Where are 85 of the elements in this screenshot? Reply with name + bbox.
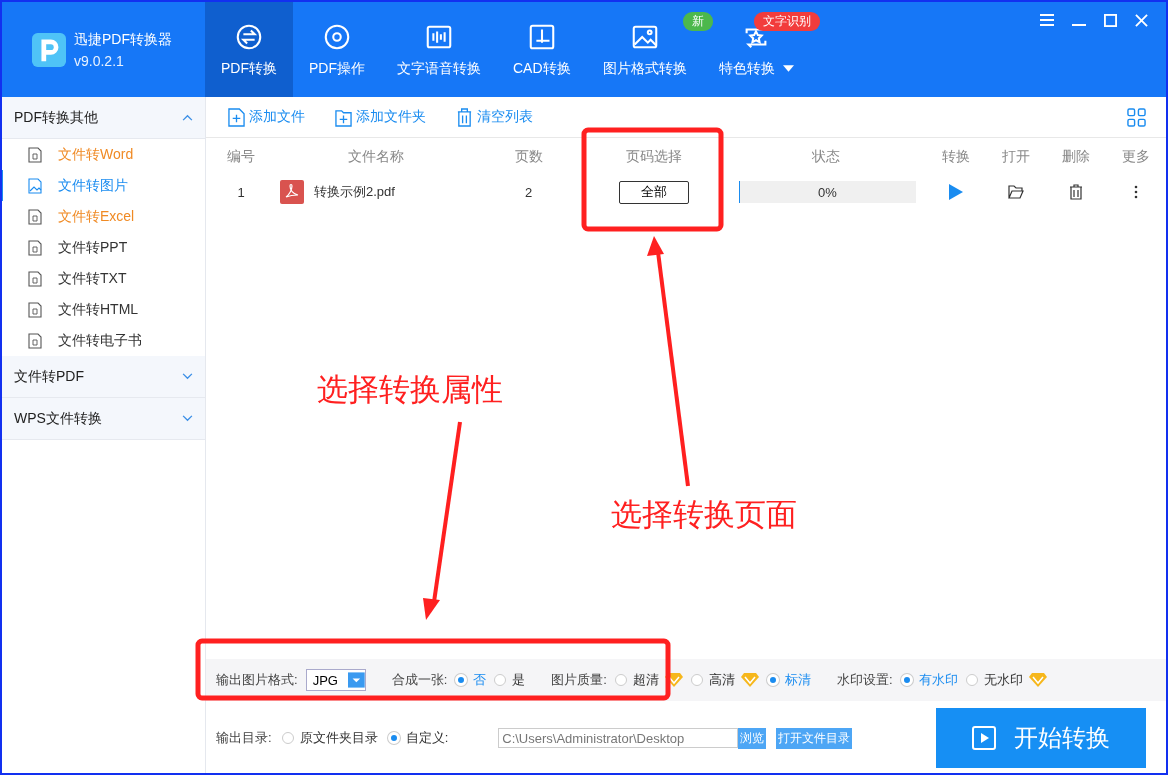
browse-button[interactable]: 浏览 [738,727,767,749]
toolbar-button[interactable]: 添加文件夹 [335,107,426,127]
toolbar-button[interactable]: 添加文件 [228,107,305,127]
option-label: 输出图片格式: [216,671,298,689]
sidebar-item[interactable]: 文件转Word [2,139,205,170]
tab-badge: 文字识别 [753,12,820,31]
pdf-file-icon [280,180,304,204]
column-header: 打开 [1001,148,1031,166]
app-name: 迅捷PDF转换器 [74,30,172,49]
radio-button[interactable] [614,674,627,686]
annotation-text: 选择转换属性 [317,371,503,409]
folder-icon[interactable] [1008,185,1024,199]
radio-label: 超清 [632,671,659,689]
page-range-button[interactable]: 全部 [618,180,689,204]
radio-label: 有水印 [918,671,958,689]
logo-icon [32,32,66,67]
toolbar-button[interactable]: 清空列表 [456,107,533,127]
table-cell-text: 2 [523,184,534,200]
sidebar-item[interactable]: 文件转电子书 [2,325,205,356]
sidebar-item[interactable]: 文件转图片 [2,170,205,201]
add-file-icon [228,107,245,127]
sidebar-item[interactable]: 文件转HTML [2,294,205,325]
start-button[interactable]: 开始转换 [936,708,1146,768]
column-header: 转换 [941,148,971,166]
radio-label: 标清 [784,671,811,689]
grid-view-icon[interactable] [1127,107,1146,127]
option-label: 合成一张: [391,671,448,689]
radio-label: 原文件夹目录 [299,729,378,747]
nav-tab[interactable]: PDF操作 [293,2,381,97]
sidebar-group[interactable]: PDF转换其他 [2,97,205,139]
radio-label: 高清 [708,671,735,689]
annotation-text: 选择转换页面 [611,496,797,534]
column-header: 删除 [1061,148,1091,166]
radio-button[interactable] [281,732,294,744]
document-icon [28,208,42,225]
more-icon[interactable] [1134,185,1138,199]
radio-label: 否 [473,671,487,689]
chevron-icon [182,373,193,380]
document-icon [28,146,42,163]
option-label: 水印设置: [836,671,893,689]
add-folder-icon [335,107,352,127]
output-label: 输出目录: [216,729,272,747]
radio-label: 自定义: [405,729,449,747]
play-icon[interactable] [949,184,963,200]
option-label: 图片质量: [551,671,607,689]
path-field[interactable]: C:\Users\Administrator\Desktop [498,728,739,748]
maximize-icon[interactable] [1104,14,1117,27]
column-header: 文件名称 [347,148,405,166]
column-header: 页码选择 [624,148,683,166]
document-icon [28,239,42,256]
progress-text: 0% [818,184,837,200]
menu-icon[interactable] [1040,14,1054,26]
radio-button[interactable] [690,674,703,686]
document-icon [28,301,42,318]
chevron-icon [182,114,193,121]
trash-icon[interactable] [1069,184,1083,200]
sidebar-group[interactable]: 文件转PDF [2,356,205,398]
image-icon [28,177,42,194]
column-header: 页数 [513,148,544,166]
table-cell-text: 1 [236,184,246,200]
document-icon [28,332,42,349]
tab-badge: 新 [682,12,713,31]
column-header: 编号 [226,148,256,166]
column-header: 状态 [811,148,841,166]
sidebar-item[interactable]: 文件转Excel [2,201,205,232]
nav-tab[interactable]: PDF转换 [205,2,293,97]
open-folder-button[interactable]: 打开文件目录 [776,727,853,749]
trash-icon [456,107,473,127]
sidebar-item[interactable]: 文件转TXT [2,263,205,294]
document-icon [28,270,42,287]
app-version: v9.0.2.1 [74,52,125,69]
close-icon[interactable] [1135,14,1148,27]
play-icon [972,726,996,750]
format-dropdown[interactable]: JPG [305,669,366,691]
nav-tab[interactable]: 文字语音转换 [381,2,497,97]
sidebar-group[interactable]: WPS文件转换 [2,398,205,440]
column-header: 更多 [1121,148,1151,166]
radio-button[interactable] [965,674,978,686]
radio-button[interactable] [494,674,507,686]
nav-tab[interactable]: CAD转换 [497,2,587,97]
chevron-icon [182,415,193,422]
sidebar-item[interactable]: 文件转PPT [2,232,205,263]
radio-label: 是 [512,671,526,689]
file-name: 转换示例2.pdf [314,183,395,201]
radio-label: 无水印 [983,671,1023,689]
